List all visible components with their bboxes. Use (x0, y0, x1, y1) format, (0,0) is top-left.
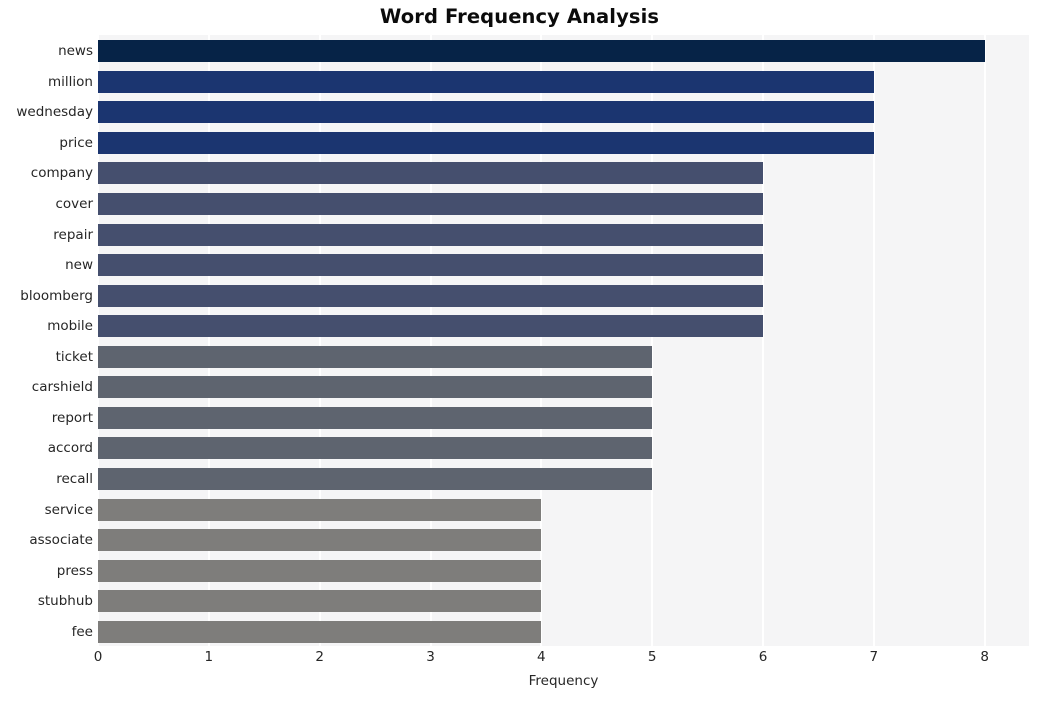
bar (98, 376, 653, 399)
x-axis-label-3: 3 (426, 649, 435, 665)
plot-area (98, 35, 1029, 646)
y-axis-label-press: press (56, 562, 93, 579)
x-axis-label-8: 8 (980, 649, 989, 665)
bar (98, 101, 874, 124)
bar (98, 284, 763, 307)
bar (98, 162, 763, 185)
y-axis-label-new: new (65, 257, 93, 274)
bar (98, 437, 653, 460)
y-axis-label-million: million (48, 73, 93, 90)
y-axis-label-service: service (44, 501, 93, 518)
bar (98, 406, 653, 429)
bar (98, 620, 542, 643)
bar (98, 467, 653, 490)
y-axis-label-fee: fee (71, 623, 93, 640)
x-axis-label-1: 1 (204, 649, 214, 665)
y-axis-label-mobile: mobile (47, 318, 93, 335)
y-axis-label-cover: cover (55, 196, 93, 213)
y-axis-label-accord: accord (47, 440, 93, 457)
x-axis-title: Frequency (528, 673, 599, 689)
x-axis-label-0: 0 (93, 649, 103, 665)
x-axis-label-6: 6 (758, 649, 768, 665)
y-axis-label-wednesday: wednesday (16, 104, 93, 121)
y-axis-label-stubhub: stubhub (37, 593, 93, 610)
y-axis-tick-labels: news million wednesday price company cover rep… (0, 35, 93, 646)
y-axis-label-ticket: ticket (55, 348, 93, 365)
bar (98, 40, 985, 63)
x-axis-label-2: 2 (315, 649, 324, 665)
y-axis-label-carshield: carshield (31, 379, 93, 396)
bar (98, 559, 542, 582)
bar (98, 223, 763, 246)
x-axis-label-4: 4 (537, 649, 546, 665)
bars-container (98, 35, 1029, 646)
bar (98, 131, 874, 154)
y-axis-label-recall: recall (56, 470, 93, 487)
x-axis-label-7: 7 (869, 649, 879, 665)
y-axis-label-report: report (51, 409, 93, 426)
bar (98, 70, 874, 93)
x-axis-tick-labels: 0 1 2 3 4 5 6 7 8 (0, 649, 1039, 673)
bar (98, 315, 763, 338)
bar (98, 345, 653, 368)
y-axis-label-company: company (30, 165, 93, 182)
chart-title: Word Frequency Analysis (379, 5, 660, 28)
y-axis-label-repair: repair (53, 226, 93, 243)
y-axis-label-price: price (59, 134, 93, 151)
bar (98, 254, 763, 277)
bar (98, 590, 542, 613)
x-axis-label-5: 5 (647, 649, 657, 665)
y-axis-label-news: news (58, 43, 93, 60)
bar (98, 529, 542, 552)
bar (98, 498, 542, 521)
y-axis-label-associate: associate (29, 532, 93, 549)
bar (98, 193, 763, 216)
word-frequency-bar-chart: Word Frequency Analysis news million wedne… (0, 0, 1039, 701)
y-axis-label-bloomberg: bloomberg (20, 287, 93, 304)
